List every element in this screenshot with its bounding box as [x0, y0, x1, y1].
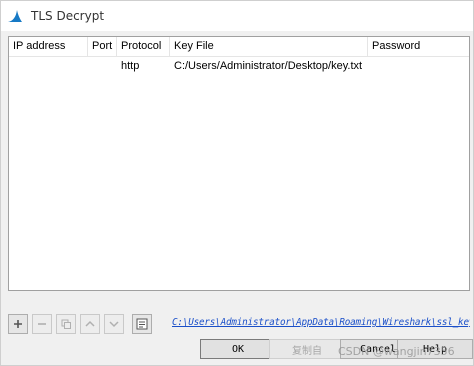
window-title: TLS Decrypt [31, 9, 105, 23]
browse-config-button[interactable] [132, 314, 152, 334]
column-header-ip[interactable]: IP address [9, 37, 88, 56]
copy-from-button[interactable]: 复制自 [269, 339, 345, 359]
column-header-password[interactable]: Password [368, 37, 469, 56]
wireshark-fin-icon [8, 10, 22, 22]
title-bar: TLS Decrypt [1, 1, 473, 31]
column-header-protocol[interactable]: Protocol [117, 37, 170, 56]
arrow-down-icon [109, 321, 119, 328]
minus-icon [38, 323, 46, 325]
column-header-port[interactable]: Port [88, 37, 117, 56]
ok-button[interactable]: OK [200, 339, 276, 359]
copy-entry-button[interactable] [56, 314, 76, 334]
watermark: CSDN @wangjin7356 [338, 345, 455, 358]
folder-list-icon [136, 318, 148, 330]
cell-password[interactable] [368, 57, 469, 77]
cell-protocol[interactable]: http [117, 57, 170, 77]
tls-decrypt-dialog: TLS Decrypt IP address Port Protocol Key… [0, 0, 474, 366]
add-entry-button[interactable] [8, 314, 28, 334]
decrypt-table[interactable]: IP address Port Protocol Key File Passwo… [8, 36, 470, 291]
move-down-button[interactable] [104, 314, 124, 334]
copy-icon [61, 319, 71, 329]
arrow-up-icon [85, 320, 95, 327]
config-path-link[interactable]: C:\Users\Administrator\AppData\Roaming\W… [172, 317, 470, 328]
plus-icon [14, 320, 22, 328]
cell-key-file[interactable]: C:/Users/Administrator/Desktop/key.txt [170, 57, 368, 77]
table-toolbar [8, 314, 152, 334]
remove-entry-button[interactable] [32, 314, 52, 334]
cell-port[interactable] [88, 57, 117, 77]
column-header-key-file[interactable]: Key File [170, 37, 368, 56]
table-row[interactable]: http C:/Users/Administrator/Desktop/key.… [9, 57, 469, 77]
move-up-button[interactable] [80, 314, 100, 334]
table-header: IP address Port Protocol Key File Passwo… [9, 37, 469, 57]
cell-ip[interactable] [9, 57, 88, 77]
